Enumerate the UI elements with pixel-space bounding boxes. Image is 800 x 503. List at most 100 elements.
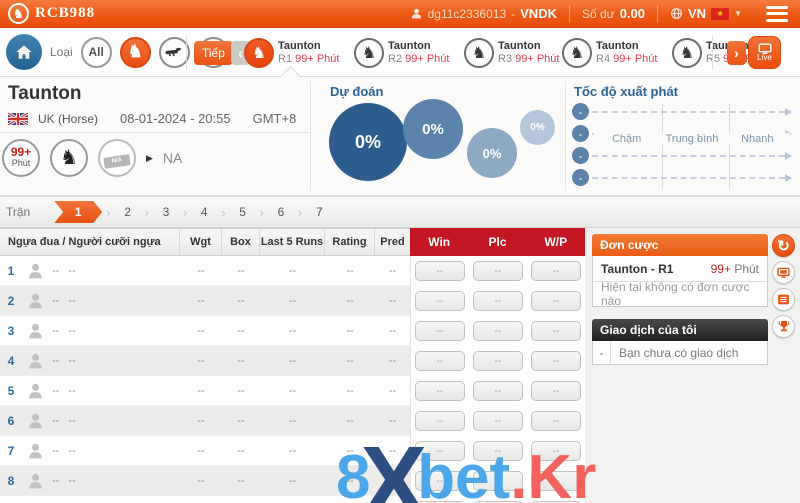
win-odds-button[interactable]: -- — [415, 471, 465, 491]
runner-weight: -- — [180, 385, 222, 397]
runner-box: -- — [222, 265, 260, 277]
horse-name: -- — [52, 445, 59, 457]
brand-logo[interactable]: ♞ RCB988 — [0, 3, 95, 24]
runner-rating: -- — [325, 385, 375, 397]
race-tabs-row: Trận 1 › 2 › 3 › 4 › 5 › 6 › 7 — [0, 196, 800, 228]
balance-section[interactable]: Số dư 0.00 — [569, 5, 657, 23]
race-number: R3 — [498, 53, 512, 65]
runner-number: 1 — [0, 264, 22, 278]
tab-race-7[interactable]: 7 — [306, 205, 332, 219]
tab-race-4[interactable]: 4 — [191, 205, 217, 219]
betslip-time-value: 99+ — [711, 262, 731, 276]
speed-lane-marker: - — [572, 125, 589, 142]
win-odds-button[interactable]: -- — [415, 381, 465, 401]
video-button[interactable] — [772, 261, 795, 284]
runner-names: -- -- — [48, 385, 180, 397]
runner-box: -- — [222, 445, 260, 457]
live-button[interactable]: Live — [748, 36, 781, 69]
race-card[interactable]: ♞ Taunton R4 99+ Phút — [562, 38, 668, 68]
race-countdown: 99+ Phút — [515, 53, 559, 65]
rankings-button[interactable] — [772, 315, 795, 338]
runner-row: 5 -- -- -- -- -- -- -- — [0, 376, 410, 406]
speed-lane-track — [592, 111, 785, 113]
live-label: Live — [757, 54, 772, 62]
plc-odds-button[interactable]: -- — [473, 411, 523, 431]
jockey-name: -- — [68, 415, 75, 427]
race-card[interactable]: ♞ Taunton R3 99+ Phút — [464, 38, 570, 68]
refresh-button[interactable]: ↻ — [772, 234, 795, 257]
win-odds-button[interactable]: -- — [415, 441, 465, 461]
tab-separator: › — [183, 205, 187, 220]
column-box: Box — [222, 229, 260, 255]
arrow-right-icon — [785, 152, 792, 160]
race-card[interactable]: ♞ Taunton R1 99+ Phút — [244, 38, 350, 68]
runner-box: -- — [222, 415, 260, 427]
plc-odds-button[interactable]: -- — [473, 261, 523, 281]
wp-odds-button[interactable]: -- — [531, 321, 581, 341]
transactions-row: - Bạn chưa có giao dịch — [592, 341, 768, 365]
plc-odds-button[interactable]: -- — [473, 321, 523, 341]
runner-rating: -- — [325, 265, 375, 277]
language-code: VN — [688, 6, 706, 21]
plc-odds-button[interactable]: -- — [473, 471, 523, 491]
win-odds-button[interactable]: -- — [415, 291, 465, 311]
runner-weight: -- — [180, 415, 222, 427]
tab-race-6[interactable]: 6 — [268, 205, 294, 219]
race-card[interactable]: ♞ Taunton R2 99+ Phút — [354, 38, 460, 68]
list-icon — [777, 293, 790, 306]
wp-odds-button[interactable]: -- — [531, 381, 581, 401]
runner-box: -- — [222, 385, 260, 397]
top-right-cluster: dg11c2336013 - VNDK Số dư 0.00 VN ★ ▼ — [398, 0, 800, 27]
runner-weight: -- — [180, 325, 222, 337]
time-badge-unit: Phút — [12, 158, 31, 169]
betting-page: ♞ RCB988 dg11c2336013 - VNDK Số dư 0.00 — [0, 0, 800, 503]
tab-race-5[interactable]: 5 — [230, 205, 256, 219]
race-number: R5 — [706, 53, 720, 65]
wp-odds-button[interactable]: -- — [531, 261, 581, 281]
user-icon — [410, 7, 423, 20]
race-timezone: GMT+8 — [253, 111, 297, 126]
jockey-name: -- — [68, 355, 75, 367]
horse-icon: ♞ — [60, 153, 78, 164]
wp-odds-button[interactable]: -- — [531, 291, 581, 311]
wp-odds-button[interactable]: -- — [531, 351, 581, 371]
runner-row: 8 -- -- -- -- -- -- -- — [0, 466, 410, 496]
account-section[interactable]: dg11c2336013 - VNDK — [398, 5, 569, 23]
tab-race-1-selected[interactable]: 1 — [54, 201, 102, 223]
runner-weight: -- — [180, 445, 222, 457]
tab-race-2[interactable]: 2 — [115, 205, 141, 219]
win-odds-button[interactable]: -- — [415, 321, 465, 341]
runner-avatar — [22, 291, 48, 310]
wp-odds-button[interactable]: -- — [531, 411, 581, 431]
race-number: R2 — [388, 53, 402, 65]
plc-odds-button[interactable]: -- — [473, 291, 523, 311]
jockey-name: -- — [68, 475, 75, 487]
runner-avatar — [22, 261, 48, 280]
bubble-value: 0% — [483, 146, 502, 161]
odds-header: Win Plc W/P — [410, 228, 585, 256]
win-odds-button[interactable]: -- — [415, 261, 465, 281]
prediction-bubble-3: 0% — [467, 128, 517, 178]
plc-odds-button[interactable]: -- — [473, 351, 523, 371]
runner-number: 8 — [0, 474, 22, 488]
win-odds-button[interactable]: -- — [415, 411, 465, 431]
results-list-button[interactable] — [772, 288, 795, 311]
plc-odds-button[interactable]: -- — [473, 381, 523, 401]
scroll-right-button[interactable]: › — [727, 41, 746, 65]
runner-last5runs: -- — [260, 295, 325, 307]
tab-race-3[interactable]: 3 — [153, 205, 179, 219]
jockey-name: -- — [68, 385, 75, 397]
runner-avatar — [22, 351, 48, 370]
horse-name: -- — [52, 415, 59, 427]
avatar-icon — [26, 261, 45, 280]
speed-lane-marker: - — [572, 103, 589, 120]
plc-odds-button[interactable]: -- — [473, 441, 523, 461]
language-selector[interactable]: VN ★ ▼ — [657, 5, 754, 23]
betslip-box: Taunton - R1 99+ Phút Hiện tại không có … — [592, 256, 768, 307]
runner-last5runs: -- — [260, 385, 325, 397]
wp-odds-button[interactable]: -- — [531, 471, 581, 491]
wp-odds-button[interactable]: -- — [531, 441, 581, 461]
win-odds-button[interactable]: -- — [415, 351, 465, 371]
menu-button[interactable] — [766, 6, 788, 22]
runner-pred: -- — [375, 415, 410, 427]
